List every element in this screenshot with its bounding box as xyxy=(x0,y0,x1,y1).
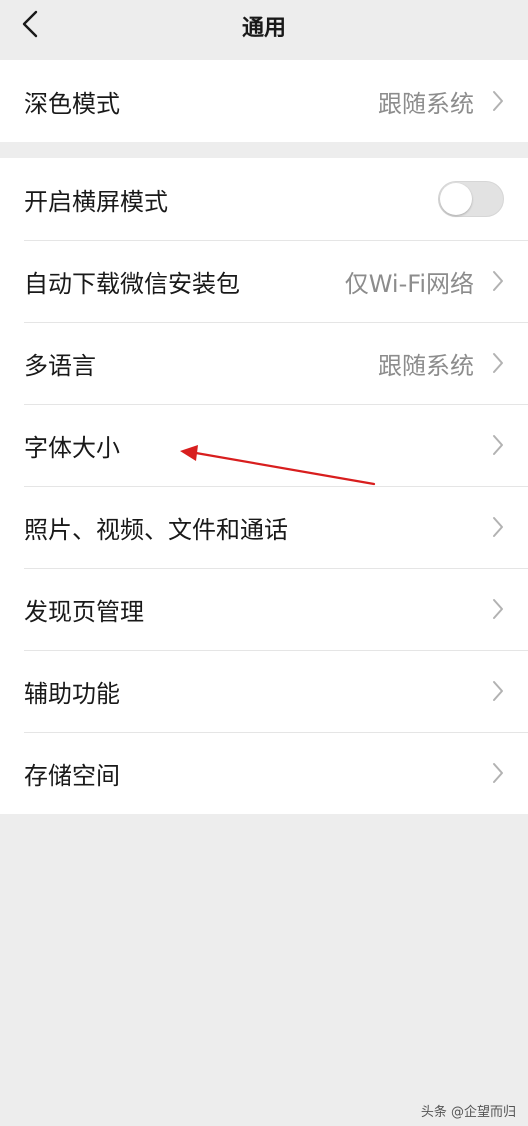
accessibility-label: 辅助功能 xyxy=(24,679,120,708)
font-size-label: 字体大小 xyxy=(24,433,120,462)
language-value: 跟随系统 xyxy=(378,351,474,380)
back-button[interactable] xyxy=(14,6,46,42)
chevron-left-icon xyxy=(22,10,38,38)
auto-download-value: 仅Wi-Fi网络 xyxy=(344,269,474,298)
settings-row-media[interactable]: 照片、视频、文件和通话 xyxy=(0,486,528,568)
settings-row-discover[interactable]: 发现页管理 xyxy=(0,568,528,650)
chevron-right-icon xyxy=(490,678,506,704)
nav-bar: 通用 xyxy=(0,0,528,52)
settings-row-auto-download[interactable]: 自动下载微信安装包 仅Wi-Fi网络 xyxy=(0,240,528,322)
chevron-right-icon xyxy=(490,514,506,540)
discover-label: 发现页管理 xyxy=(24,597,144,626)
auto-download-label: 自动下载微信安装包 xyxy=(24,269,240,298)
dark-mode-label: 深色模式 xyxy=(24,89,120,118)
dark-mode-value: 跟随系统 xyxy=(378,89,474,118)
chevron-right-icon xyxy=(490,596,506,622)
settings-row-accessibility[interactable]: 辅助功能 xyxy=(0,650,528,732)
chevron-right-icon xyxy=(490,350,506,376)
settings-group-general: 开启横屏模式 自动下载微信安装包 仅Wi-Fi网络 多语言 跟随系统 字体大小 xyxy=(0,158,528,814)
media-label: 照片、视频、文件和通话 xyxy=(24,515,288,544)
settings-row-language[interactable]: 多语言 跟随系统 xyxy=(0,322,528,404)
settings-row-storage[interactable]: 存储空间 xyxy=(0,732,528,814)
toggle-knob xyxy=(440,183,472,215)
settings-group-display: 深色模式 跟随系统 xyxy=(0,60,528,142)
chevron-right-icon xyxy=(490,268,506,294)
chevron-right-icon xyxy=(490,88,506,114)
landscape-toggle[interactable] xyxy=(438,181,504,217)
language-label: 多语言 xyxy=(24,351,96,380)
chevron-right-icon xyxy=(490,760,506,786)
page-title: 通用 xyxy=(241,16,286,41)
settings-row-dark-mode[interactable]: 深色模式 跟随系统 xyxy=(0,60,528,142)
settings-row-font-size[interactable]: 字体大小 xyxy=(0,404,528,486)
chevron-right-icon xyxy=(490,432,506,458)
watermark: 头条 @企望而归 xyxy=(420,1105,516,1120)
landscape-label: 开启横屏模式 xyxy=(24,187,168,216)
storage-label: 存储空间 xyxy=(24,761,120,790)
settings-row-landscape: 开启横屏模式 xyxy=(0,158,528,240)
settings-general-page: 通用 深色模式 跟随系统 开启横屏模式 自动下载微信安装包 仅Wi-Fi网络 多… xyxy=(0,0,528,1126)
